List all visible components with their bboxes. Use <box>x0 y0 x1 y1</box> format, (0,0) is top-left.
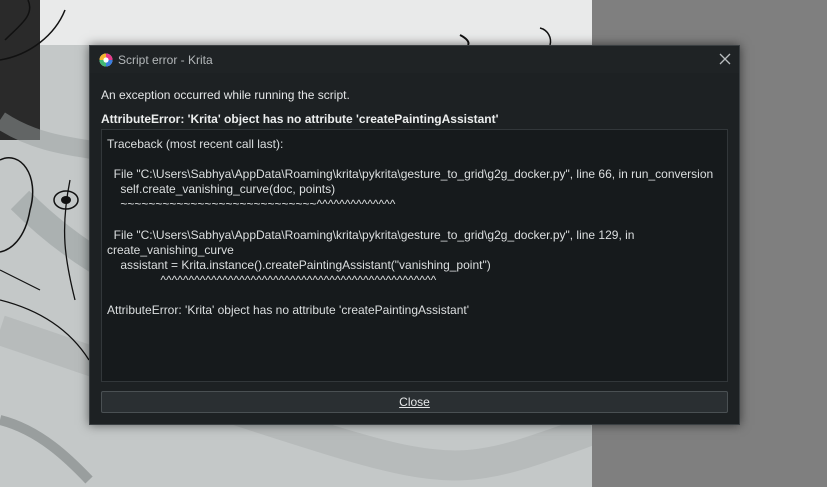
traceback-line: assistant = Krita.instance().createPaint… <box>107 258 491 272</box>
close-icon[interactable] <box>717 51 733 67</box>
traceback-line: ^^^^^^^^^^^^^^^^^^^^^^^^^^^^^^^^^^^^^^^^… <box>107 273 437 287</box>
close-button[interactable]: Close <box>101 391 728 413</box>
traceback-line: ~~~~~~~~~~~~~~~~~~~~~~~~~~~~^^^^^^^^^^^^… <box>107 197 396 211</box>
traceback-line: AttributeError: 'Krita' object has no at… <box>107 303 470 317</box>
script-error-dialog: Script error - Krita An exception occurr… <box>89 45 740 425</box>
krita-logo-icon <box>99 53 113 67</box>
traceback-line: File "C:\Users\Sabhya\AppData\Roaming\kr… <box>107 228 635 242</box>
traceback-line: create_vanishing_curve <box>107 243 234 257</box>
dialog-title: Script error - Krita <box>118 53 213 67</box>
traceback-line: File "C:\Users\Sabhya\AppData\Roaming\kr… <box>107 167 714 181</box>
screen: Script error - Krita An exception occurr… <box>0 0 827 487</box>
traceback-text-area[interactable]: Traceback (most recent call last): File … <box>101 129 728 382</box>
traceback-line: Traceback (most recent call last): <box>107 137 284 151</box>
dialog-titlebar[interactable]: Script error - Krita <box>90 46 739 73</box>
traceback-line: self.create_vanishing_curve(doc, points) <box>107 182 336 196</box>
error-heading: AttributeError: 'Krita' object has no at… <box>101 112 499 126</box>
close-button-label: Close <box>399 395 430 409</box>
exception-message: An exception occurred while running the … <box>101 88 350 102</box>
